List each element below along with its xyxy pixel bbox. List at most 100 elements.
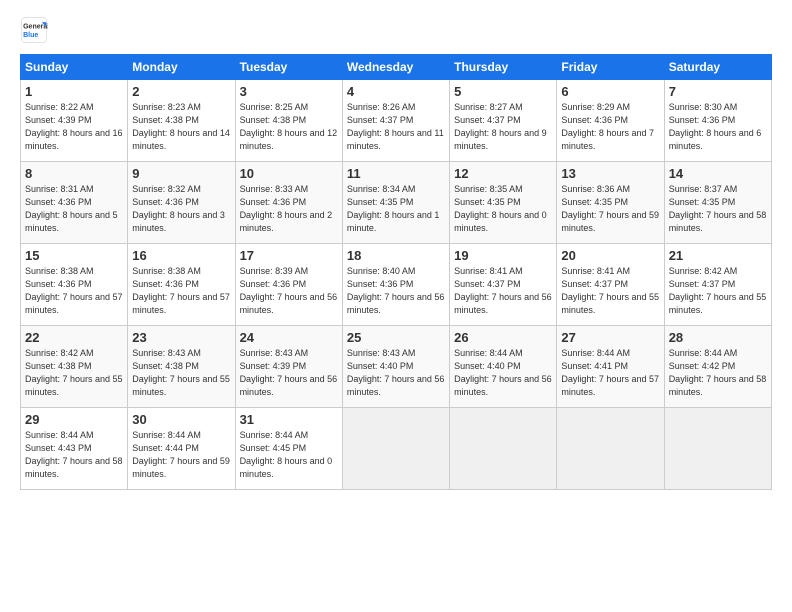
day-info: Sunrise: 8:44 AM Sunset: 4:44 PM Dayligh… bbox=[132, 429, 230, 481]
calendar-cell: 10 Sunrise: 8:33 AM Sunset: 4:36 PM Dayl… bbox=[235, 162, 342, 244]
day-info: Sunrise: 8:33 AM Sunset: 4:36 PM Dayligh… bbox=[240, 183, 338, 235]
calendar-cell: 13 Sunrise: 8:36 AM Sunset: 4:35 PM Dayl… bbox=[557, 162, 664, 244]
day-info: Sunrise: 8:35 AM Sunset: 4:35 PM Dayligh… bbox=[454, 183, 552, 235]
calendar-cell: 11 Sunrise: 8:34 AM Sunset: 4:35 PM Dayl… bbox=[342, 162, 449, 244]
day-number: 16 bbox=[132, 248, 230, 263]
day-info: Sunrise: 8:25 AM Sunset: 4:38 PM Dayligh… bbox=[240, 101, 338, 153]
day-info: Sunrise: 8:44 AM Sunset: 4:45 PM Dayligh… bbox=[240, 429, 338, 481]
calendar-week-1: 1 Sunrise: 8:22 AM Sunset: 4:39 PM Dayli… bbox=[21, 80, 772, 162]
day-info: Sunrise: 8:41 AM Sunset: 4:37 PM Dayligh… bbox=[454, 265, 552, 317]
day-info: Sunrise: 8:38 AM Sunset: 4:36 PM Dayligh… bbox=[25, 265, 123, 317]
calendar-cell: 16 Sunrise: 8:38 AM Sunset: 4:36 PM Dayl… bbox=[128, 244, 235, 326]
calendar-cell: 30 Sunrise: 8:44 AM Sunset: 4:44 PM Dayl… bbox=[128, 408, 235, 490]
day-number: 10 bbox=[240, 166, 338, 181]
svg-text:Blue: Blue bbox=[23, 32, 38, 39]
day-info: Sunrise: 8:44 AM Sunset: 4:42 PM Dayligh… bbox=[669, 347, 767, 399]
day-number: 7 bbox=[669, 84, 767, 99]
calendar-cell: 25 Sunrise: 8:43 AM Sunset: 4:40 PM Dayl… bbox=[342, 326, 449, 408]
day-number: 12 bbox=[454, 166, 552, 181]
calendar-cell: 22 Sunrise: 8:42 AM Sunset: 4:38 PM Dayl… bbox=[21, 326, 128, 408]
day-number: 4 bbox=[347, 84, 445, 99]
day-info: Sunrise: 8:44 AM Sunset: 4:41 PM Dayligh… bbox=[561, 347, 659, 399]
day-info: Sunrise: 8:34 AM Sunset: 4:35 PM Dayligh… bbox=[347, 183, 445, 235]
calendar-cell: 8 Sunrise: 8:31 AM Sunset: 4:36 PM Dayli… bbox=[21, 162, 128, 244]
calendar-cell: 28 Sunrise: 8:44 AM Sunset: 4:42 PM Dayl… bbox=[664, 326, 771, 408]
calendar-cell: 5 Sunrise: 8:27 AM Sunset: 4:37 PM Dayli… bbox=[450, 80, 557, 162]
calendar-cell: 17 Sunrise: 8:39 AM Sunset: 4:36 PM Dayl… bbox=[235, 244, 342, 326]
calendar-cell: 4 Sunrise: 8:26 AM Sunset: 4:37 PM Dayli… bbox=[342, 80, 449, 162]
calendar-cell: 29 Sunrise: 8:44 AM Sunset: 4:43 PM Dayl… bbox=[21, 408, 128, 490]
day-info: Sunrise: 8:44 AM Sunset: 4:40 PM Dayligh… bbox=[454, 347, 552, 399]
calendar-cell: 15 Sunrise: 8:38 AM Sunset: 4:36 PM Dayl… bbox=[21, 244, 128, 326]
calendar-cell: 7 Sunrise: 8:30 AM Sunset: 4:36 PM Dayli… bbox=[664, 80, 771, 162]
day-header-friday: Friday bbox=[557, 55, 664, 80]
day-number: 15 bbox=[25, 248, 123, 263]
calendar: SundayMondayTuesdayWednesdayThursdayFrid… bbox=[20, 54, 772, 490]
day-number: 29 bbox=[25, 412, 123, 427]
calendar-week-2: 8 Sunrise: 8:31 AM Sunset: 4:36 PM Dayli… bbox=[21, 162, 772, 244]
day-info: Sunrise: 8:27 AM Sunset: 4:37 PM Dayligh… bbox=[454, 101, 552, 153]
day-info: Sunrise: 8:32 AM Sunset: 4:36 PM Dayligh… bbox=[132, 183, 230, 235]
logo-icon: General Blue bbox=[20, 16, 48, 44]
calendar-cell: 20 Sunrise: 8:41 AM Sunset: 4:37 PM Dayl… bbox=[557, 244, 664, 326]
day-number: 26 bbox=[454, 330, 552, 345]
day-number: 5 bbox=[454, 84, 552, 99]
day-number: 14 bbox=[669, 166, 767, 181]
calendar-cell: 31 Sunrise: 8:44 AM Sunset: 4:45 PM Dayl… bbox=[235, 408, 342, 490]
logo: General Blue bbox=[20, 16, 52, 44]
day-header-thursday: Thursday bbox=[450, 55, 557, 80]
day-number: 21 bbox=[669, 248, 767, 263]
day-number: 13 bbox=[561, 166, 659, 181]
day-number: 1 bbox=[25, 84, 123, 99]
calendar-cell: 6 Sunrise: 8:29 AM Sunset: 4:36 PM Dayli… bbox=[557, 80, 664, 162]
day-number: 2 bbox=[132, 84, 230, 99]
calendar-cell: 9 Sunrise: 8:32 AM Sunset: 4:36 PM Dayli… bbox=[128, 162, 235, 244]
calendar-week-4: 22 Sunrise: 8:42 AM Sunset: 4:38 PM Dayl… bbox=[21, 326, 772, 408]
day-info: Sunrise: 8:43 AM Sunset: 4:38 PM Dayligh… bbox=[132, 347, 230, 399]
day-number: 24 bbox=[240, 330, 338, 345]
day-number: 19 bbox=[454, 248, 552, 263]
calendar-cell: 19 Sunrise: 8:41 AM Sunset: 4:37 PM Dayl… bbox=[450, 244, 557, 326]
day-number: 22 bbox=[25, 330, 123, 345]
page: General Blue SundayMondayTuesdayWednesda… bbox=[0, 0, 792, 612]
day-info: Sunrise: 8:41 AM Sunset: 4:37 PM Dayligh… bbox=[561, 265, 659, 317]
day-info: Sunrise: 8:42 AM Sunset: 4:37 PM Dayligh… bbox=[669, 265, 767, 317]
calendar-cell: 23 Sunrise: 8:43 AM Sunset: 4:38 PM Dayl… bbox=[128, 326, 235, 408]
day-header-monday: Monday bbox=[128, 55, 235, 80]
calendar-cell: 2 Sunrise: 8:23 AM Sunset: 4:38 PM Dayli… bbox=[128, 80, 235, 162]
day-number: 11 bbox=[347, 166, 445, 181]
day-info: Sunrise: 8:42 AM Sunset: 4:38 PM Dayligh… bbox=[25, 347, 123, 399]
day-info: Sunrise: 8:37 AM Sunset: 4:35 PM Dayligh… bbox=[669, 183, 767, 235]
calendar-cell: 24 Sunrise: 8:43 AM Sunset: 4:39 PM Dayl… bbox=[235, 326, 342, 408]
day-number: 18 bbox=[347, 248, 445, 263]
calendar-cell bbox=[450, 408, 557, 490]
day-number: 8 bbox=[25, 166, 123, 181]
day-info: Sunrise: 8:40 AM Sunset: 4:36 PM Dayligh… bbox=[347, 265, 445, 317]
day-header-sunday: Sunday bbox=[21, 55, 128, 80]
day-number: 30 bbox=[132, 412, 230, 427]
calendar-cell: 14 Sunrise: 8:37 AM Sunset: 4:35 PM Dayl… bbox=[664, 162, 771, 244]
day-number: 3 bbox=[240, 84, 338, 99]
day-info: Sunrise: 8:39 AM Sunset: 4:36 PM Dayligh… bbox=[240, 265, 338, 317]
day-info: Sunrise: 8:30 AM Sunset: 4:36 PM Dayligh… bbox=[669, 101, 767, 153]
day-number: 27 bbox=[561, 330, 659, 345]
calendar-cell bbox=[664, 408, 771, 490]
calendar-header-row: SundayMondayTuesdayWednesdayThursdayFrid… bbox=[21, 55, 772, 80]
day-number: 17 bbox=[240, 248, 338, 263]
calendar-cell: 27 Sunrise: 8:44 AM Sunset: 4:41 PM Dayl… bbox=[557, 326, 664, 408]
day-number: 6 bbox=[561, 84, 659, 99]
calendar-cell: 3 Sunrise: 8:25 AM Sunset: 4:38 PM Dayli… bbox=[235, 80, 342, 162]
day-info: Sunrise: 8:43 AM Sunset: 4:39 PM Dayligh… bbox=[240, 347, 338, 399]
day-number: 25 bbox=[347, 330, 445, 345]
day-info: Sunrise: 8:31 AM Sunset: 4:36 PM Dayligh… bbox=[25, 183, 123, 235]
calendar-week-3: 15 Sunrise: 8:38 AM Sunset: 4:36 PM Dayl… bbox=[21, 244, 772, 326]
day-info: Sunrise: 8:22 AM Sunset: 4:39 PM Dayligh… bbox=[25, 101, 123, 153]
calendar-cell: 12 Sunrise: 8:35 AM Sunset: 4:35 PM Dayl… bbox=[450, 162, 557, 244]
calendar-cell bbox=[342, 408, 449, 490]
day-header-saturday: Saturday bbox=[664, 55, 771, 80]
day-info: Sunrise: 8:36 AM Sunset: 4:35 PM Dayligh… bbox=[561, 183, 659, 235]
day-number: 31 bbox=[240, 412, 338, 427]
calendar-cell: 18 Sunrise: 8:40 AM Sunset: 4:36 PM Dayl… bbox=[342, 244, 449, 326]
day-info: Sunrise: 8:29 AM Sunset: 4:36 PM Dayligh… bbox=[561, 101, 659, 153]
calendar-week-5: 29 Sunrise: 8:44 AM Sunset: 4:43 PM Dayl… bbox=[21, 408, 772, 490]
